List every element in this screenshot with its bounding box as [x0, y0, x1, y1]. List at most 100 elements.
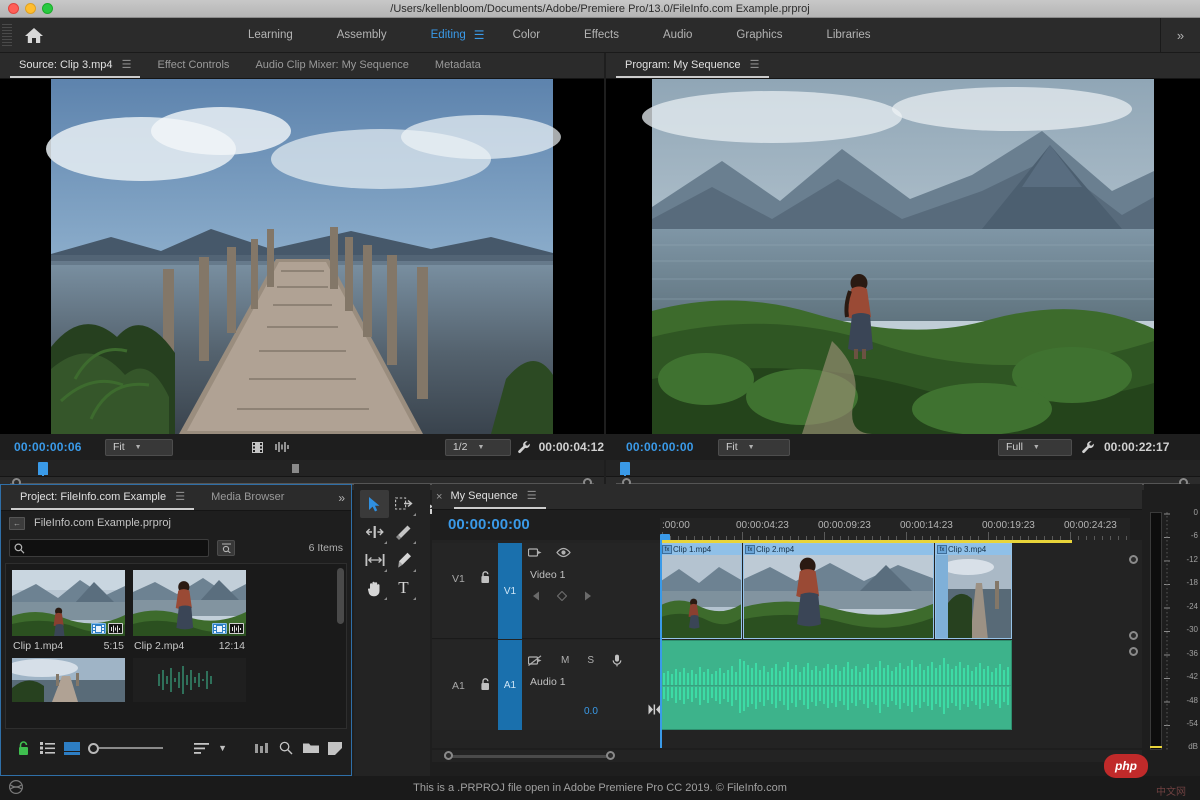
project-overflow-button[interactable]: »: [338, 491, 345, 505]
program-playhead[interactable]: [620, 462, 630, 481]
timeline-vertical-scrollbar[interactable]: [1129, 543, 1142, 748]
timeline-track-height-a-handle[interactable]: [1129, 631, 1138, 640]
add-keyframe-icon[interactable]: [557, 591, 567, 601]
timeline-horizontal-scrollbar[interactable]: [432, 750, 1142, 762]
selection-tool[interactable]: [360, 490, 389, 518]
home-button[interactable]: [12, 26, 56, 44]
tab-my-sequence[interactable]: My Sequence ☰: [450, 484, 549, 509]
timeline-zoom-right-handle[interactable]: [606, 751, 615, 760]
timeline-ruler[interactable]: :00:00 00:00:04:23 00:00:09:23 00:00:14:…: [660, 518, 1130, 553]
project-new-bin-button[interactable]: [298, 737, 322, 759]
tab-effect-controls[interactable]: Effect Controls: [144, 53, 242, 78]
track-v1-sync-lock-icon[interactable]: [528, 547, 542, 558]
bin-item-clip4[interactable]: [133, 658, 246, 706]
filter-bin-content-icon[interactable]: [217, 540, 235, 556]
source-current-time[interactable]: 00:00:00:06: [0, 440, 105, 454]
project-sort-button[interactable]: [189, 737, 213, 759]
workspace-tab-assembly[interactable]: Assembly: [315, 18, 409, 53]
source-settings-button[interactable]: [511, 433, 539, 461]
workspace-menu-icon[interactable]: ☰: [474, 28, 485, 42]
tab-source-clip3[interactable]: Source: Clip 3.mp4 ☰: [6, 53, 144, 78]
project-bin-area[interactable]: Clip 1.mp4 5:15 Clip 2.mp4 12:14: [5, 563, 347, 729]
workspace-overflow-button[interactable]: »: [1160, 18, 1200, 53]
zoom-slider-knob[interactable]: [87, 742, 99, 754]
timeline-clip-v1-2[interactable]: Clip 2.mp4 fx: [743, 543, 934, 639]
project-sort-chevron[interactable]: ▼: [213, 737, 232, 759]
pen-tool[interactable]: [389, 546, 418, 574]
track-a1-sync-lock-icon[interactable]: [528, 654, 543, 667]
track-a1-solo-button[interactable]: S: [587, 655, 594, 666]
bin-item-clip2[interactable]: Clip 2.mp4 12:14: [133, 570, 246, 652]
hamburger-icon[interactable]: ☰: [175, 491, 185, 503]
zoom-slider-track[interactable]: [98, 747, 163, 749]
program-resolution-select[interactable]: Full ▼: [998, 438, 1072, 456]
timeline-clip-a1[interactable]: fx L R: [660, 640, 1012, 730]
project-lock-button[interactable]: [11, 737, 35, 759]
video-badge-icon[interactable]: [212, 623, 227, 634]
timeline-track-height-a2-handle[interactable]: [1129, 647, 1138, 656]
razor-tool[interactable]: [389, 518, 418, 546]
hamburger-icon[interactable]: ☰: [122, 59, 132, 71]
workspace-tab-learning[interactable]: Learning: [226, 18, 315, 53]
audio-meter-solo-indicator[interactable]: [1150, 746, 1162, 748]
slip-tool[interactable]: [360, 546, 389, 574]
track-v1-toggle-output-icon[interactable]: [556, 547, 571, 558]
track-v1-target-toggle[interactable]: V1: [498, 543, 522, 639]
video-badge-icon[interactable]: [91, 623, 106, 634]
track-a1-level-value[interactable]: 0.0: [584, 706, 598, 717]
workspace-tab-audio[interactable]: Audio: [641, 18, 714, 53]
project-new-item-button[interactable]: [323, 737, 347, 759]
track-a1-lock-button[interactable]: [480, 678, 491, 691]
source-resolution-select[interactable]: 1/2 ▼: [444, 438, 511, 456]
tab-program-my-sequence[interactable]: Program: My Sequence ☰: [612, 53, 773, 78]
project-zoom-slider[interactable]: [87, 742, 163, 754]
bin-thumbnail[interactable]: [12, 658, 125, 702]
prev-keyframe-icon[interactable]: [532, 591, 541, 601]
source-monitor-video[interactable]: [0, 79, 604, 434]
tab-metadata[interactable]: Metadata: [422, 53, 494, 78]
timeline-clip-v1-transition[interactable]: Clip 3.mp4 fx: [935, 543, 1012, 639]
program-current-time[interactable]: 00:00:00:00: [606, 440, 718, 454]
bin-item-clip3[interactable]: [12, 658, 125, 706]
tab-project-fileinfo[interactable]: Project: FileInfo.com Example ☰: [7, 485, 198, 510]
program-monitor-video[interactable]: [606, 79, 1200, 434]
bin-thumbnail[interactable]: [12, 570, 125, 636]
type-tool[interactable]: T: [389, 574, 418, 602]
bin-thumbnail[interactable]: [133, 570, 246, 636]
next-keyframe-icon[interactable]: [583, 591, 592, 601]
hamburger-icon[interactable]: ☰: [527, 490, 537, 502]
select-playback-resolution-icon[interactable]: [246, 433, 268, 461]
drag-grip[interactable]: [2, 24, 12, 46]
workspace-tab-graphics[interactable]: Graphics: [714, 18, 804, 53]
workspace-tab-effects[interactable]: Effects: [562, 18, 641, 53]
hamburger-icon[interactable]: ☰: [750, 59, 760, 71]
source-playhead[interactable]: [38, 462, 48, 481]
source-scrubber[interactable]: [0, 460, 604, 481]
timeline-current-time[interactable]: 00:00:00:00: [448, 516, 530, 533]
program-zoom-select[interactable]: Fit ▼: [718, 438, 790, 456]
workspace-tab-libraries[interactable]: Libraries: [804, 18, 892, 53]
parent-bin-icon[interactable]: ←: [9, 516, 25, 530]
track-a1-mute-button[interactable]: M: [561, 655, 569, 666]
close-sequence-icon[interactable]: ×: [436, 491, 442, 503]
track-a1-voiceover-icon[interactable]: [612, 654, 622, 667]
program-scrubber[interactable]: [606, 460, 1200, 481]
tab-audio-clip-mixer[interactable]: Audio Clip Mixer: My Sequence: [242, 53, 421, 78]
ripple-edit-tool[interactable]: [360, 518, 389, 546]
project-bin-scrollbar[interactable]: [337, 568, 344, 624]
project-search-field[interactable]: [29, 542, 197, 554]
audio-badge-icon[interactable]: [229, 623, 244, 634]
timeline-clip-v1-1[interactable]: Clip 1.mp4 fx: [660, 543, 742, 639]
project-find-button[interactable]: [274, 737, 298, 759]
source-zoom-select[interactable]: Fit ▼: [105, 438, 173, 456]
project-search-input[interactable]: [9, 539, 209, 557]
bin-thumbnail[interactable]: [133, 658, 246, 702]
project-freeform-view-button[interactable]: [250, 737, 274, 759]
project-icon-view-button[interactable]: [60, 737, 84, 759]
hand-tool[interactable]: [360, 574, 389, 602]
bin-item-clip1[interactable]: Clip 1.mp4 5:15: [12, 570, 125, 652]
track-a1-target-toggle[interactable]: A1: [498, 640, 522, 730]
tab-media-browser[interactable]: Media Browser: [198, 485, 297, 510]
project-list-view-button[interactable]: [35, 737, 59, 759]
timeline-zoom-left-handle[interactable]: [444, 751, 453, 760]
